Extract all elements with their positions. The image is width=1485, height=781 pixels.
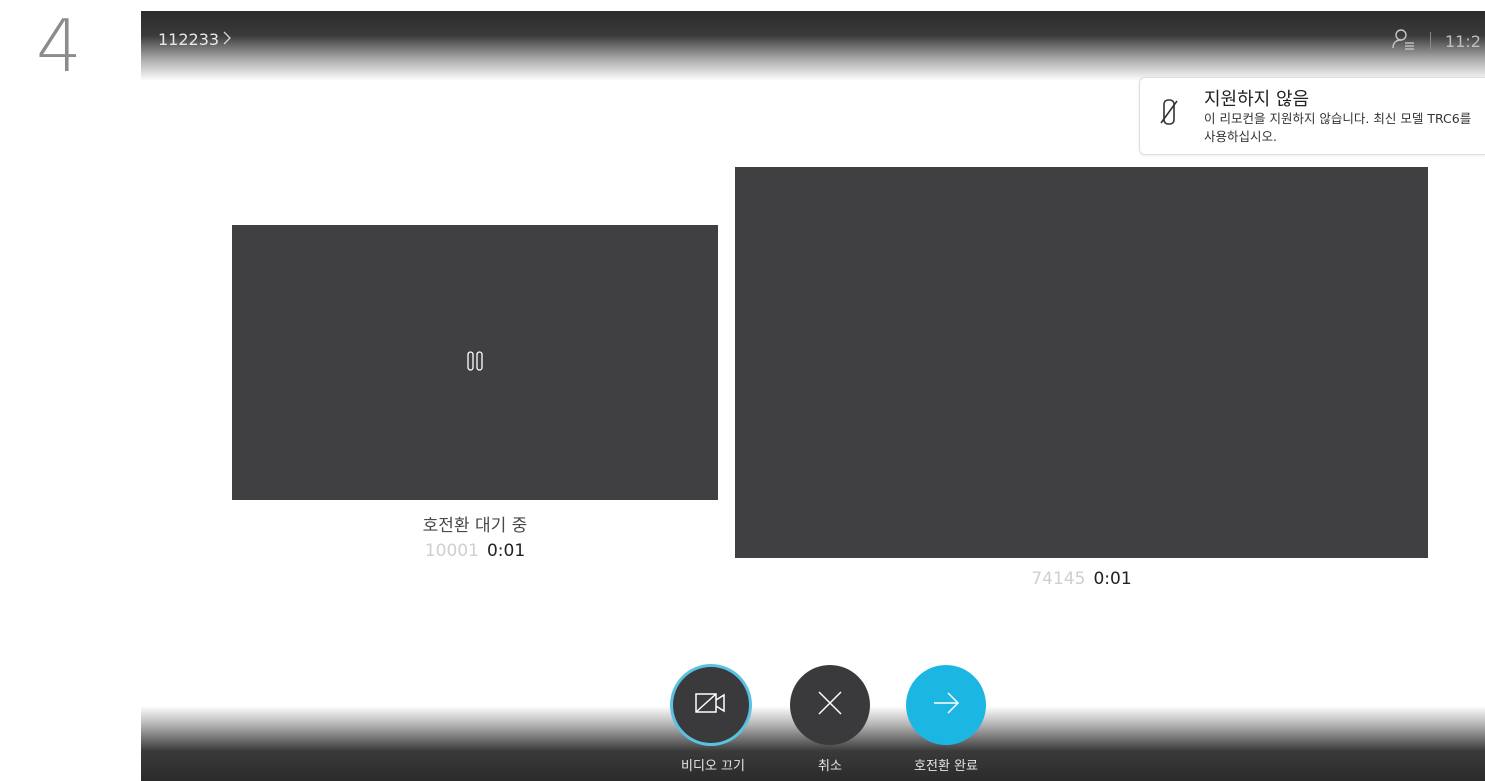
divider <box>1430 32 1431 50</box>
call-screen: 112233 11:2 지원하지 않음 이 리모컨을 지원하지 않습니다. 최신… <box>141 11 1485 781</box>
step-number: 4 <box>36 4 82 88</box>
close-icon <box>817 690 843 720</box>
active-call-tile[interactable] <box>735 167 1428 558</box>
notification-body: 이 리모컨을 지원하지 않습니다. 최신 모델 TRC6를 사용하십시오. <box>1204 111 1472 144</box>
held-call-info: 10001 0:01 <box>232 541 718 561</box>
breadcrumb[interactable]: 112233 <box>158 30 232 49</box>
active-call-info: 74145 0:01 <box>735 569 1428 589</box>
chevron-right-icon <box>223 30 232 49</box>
top-right-area: 11:2 <box>1392 28 1485 54</box>
notification-title: 지원하지 않음 <box>1204 89 1310 110</box>
person-list-icon[interactable] <box>1392 28 1416 54</box>
video-off-button[interactable] <box>673 667 749 743</box>
active-call-duration: 0:01 <box>1093 569 1132 589</box>
active-call-number: 74145 <box>1031 569 1086 589</box>
held-call-tile[interactable] <box>232 225 718 500</box>
complete-transfer-button[interactable] <box>906 665 986 745</box>
clock: 11:2 <box>1445 31 1481 51</box>
top-bar: 112233 11:2 <box>141 11 1485 81</box>
complete-transfer-label: 호전환 완료 <box>914 759 978 774</box>
held-call-status: 호전환 대기 중 <box>422 516 528 536</box>
unsupported-remote-notification[interactable]: 지원하지 않음 이 리모컨을 지원하지 않습니다. 최신 모델 TRC6를 사용… <box>1139 77 1485 155</box>
video-off-label: 비디오 끄기 <box>681 759 745 774</box>
remote-unsupported-icon <box>1158 96 1180 132</box>
cancel-label: 취소 <box>818 759 842 774</box>
pause-icon <box>467 350 483 375</box>
arrow-right-icon <box>932 692 960 718</box>
held-call-number: 10001 <box>424 541 479 561</box>
held-call-duration: 0:01 <box>486 541 526 561</box>
cancel-button[interactable] <box>790 665 870 745</box>
breadcrumb-label: 112233 <box>158 30 220 49</box>
video-off-icon <box>694 690 728 720</box>
